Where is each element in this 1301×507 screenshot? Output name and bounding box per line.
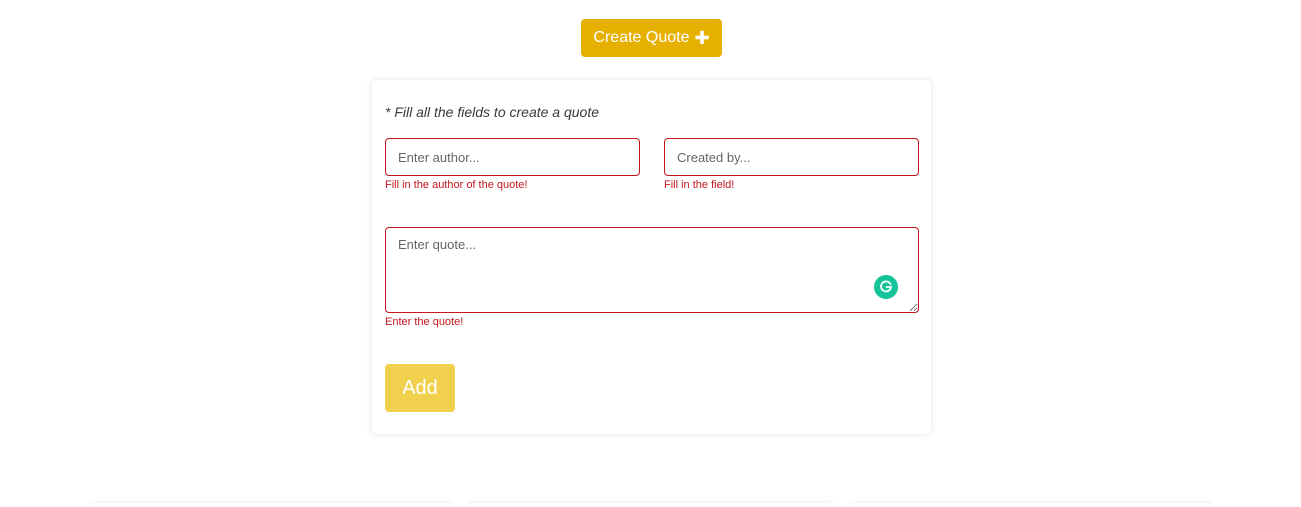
quote-error: Enter the quote! — [385, 316, 464, 328]
plus-icon: ✚ — [694, 28, 710, 48]
quote-textarea[interactable] — [385, 227, 919, 313]
create-quote-form: * Fill all the fields to create a quote … — [372, 80, 931, 434]
author-error: Fill in the author of the quote! — [385, 179, 528, 191]
created-by-error: Fill in the field! — [664, 179, 735, 191]
page: Create Quote ✚ * Fill all the fields to … — [0, 0, 1301, 507]
add-button[interactable]: Add — [385, 364, 455, 412]
create-quote-label: Create Quote — [593, 29, 690, 46]
create-quote-button[interactable]: Create Quote ✚ — [581, 19, 722, 57]
form-hint: * Fill all the fields to create a quote — [385, 104, 600, 120]
quote-card-peek — [850, 503, 1212, 507]
grammarly-icon[interactable] — [874, 275, 898, 299]
quote-card-peek — [90, 503, 453, 507]
quote-card-peek — [470, 503, 832, 507]
author-input[interactable] — [385, 138, 640, 176]
created-by-input[interactable] — [664, 138, 919, 176]
